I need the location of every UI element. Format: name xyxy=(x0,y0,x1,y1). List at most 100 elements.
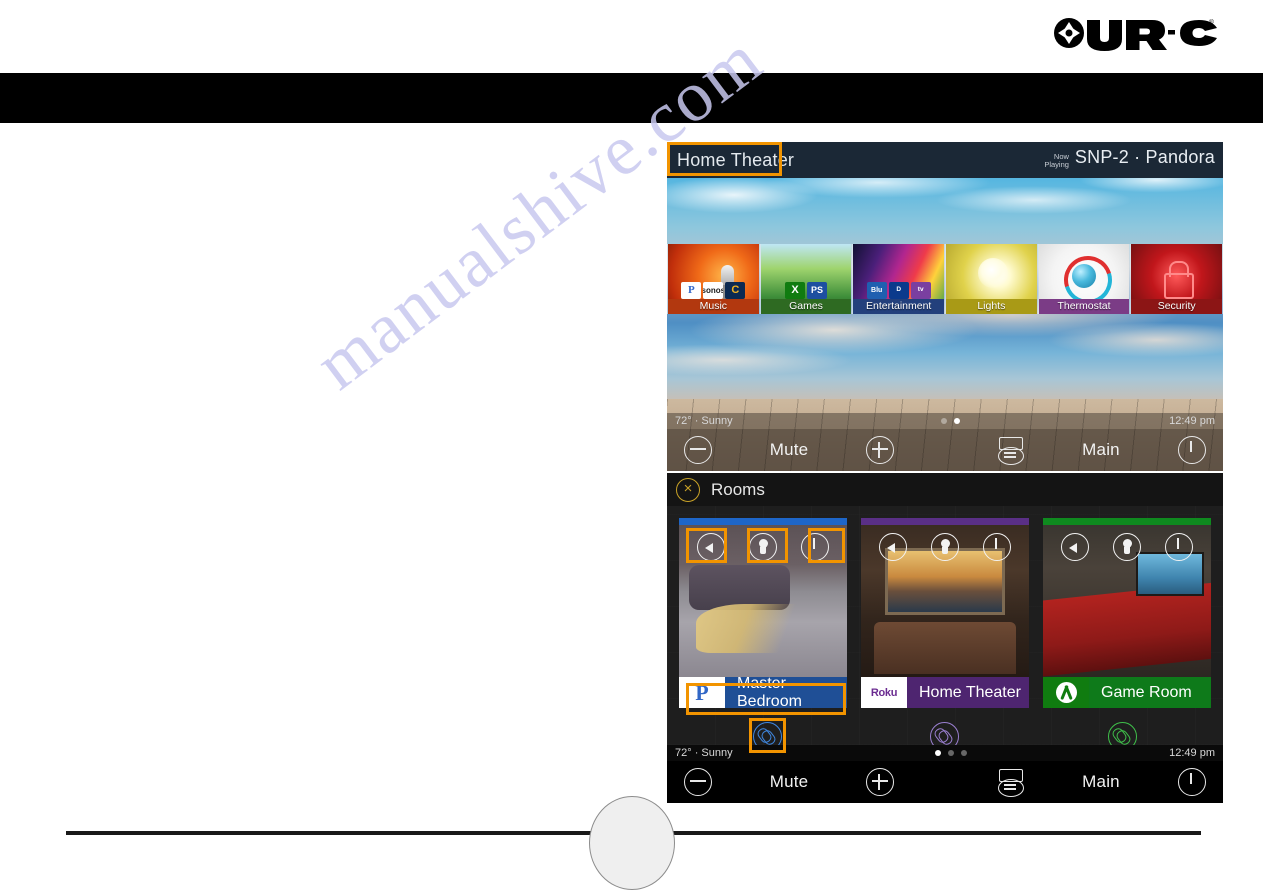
link-icon-ring-2 xyxy=(937,728,955,747)
service-badge-1: P xyxy=(681,282,702,299)
service-badge-2: PS xyxy=(807,282,827,299)
rooms-body: P Master Bedroom Roku Home Theater Game Room xyxy=(667,506,1223,751)
category-tile-music[interactable]: PsonosCMusic xyxy=(667,244,760,314)
room-card-game-room[interactable]: Game Room xyxy=(1043,518,1211,708)
card-label-bar[interactable]: Game Room xyxy=(1043,677,1211,708)
lights-icon[interactable] xyxy=(1113,533,1141,561)
rooms-main-button[interactable]: Main xyxy=(1041,772,1161,792)
power-icon[interactable] xyxy=(983,533,1011,561)
category-tile-games[interactable]: X PS Games xyxy=(759,244,853,314)
main-button[interactable]: Main xyxy=(1041,440,1161,460)
current-room-label[interactable]: Home Theater xyxy=(677,150,794,171)
device-icon-line-1 xyxy=(1004,784,1016,786)
close-icon[interactable]: × xyxy=(676,477,700,502)
tile-label: Music xyxy=(668,299,759,314)
service-logo-icon xyxy=(1043,677,1089,708)
rooms-status-strip: 72° · Sunny 12:49 pm xyxy=(667,745,1223,761)
power-icon xyxy=(1178,768,1206,796)
device-icon-line-2 xyxy=(1004,788,1016,790)
card-accent-bar xyxy=(861,518,1029,525)
page-dot-2[interactable] xyxy=(947,750,954,756)
page-dot-1[interactable] xyxy=(934,750,941,756)
lights-icon[interactable] xyxy=(931,533,959,561)
tile-label: Entertainment xyxy=(853,299,945,314)
rooms-device-list-button[interactable] xyxy=(979,769,1041,797)
thermostat-dial-icon xyxy=(1072,263,1097,288)
service-badge-3: C xyxy=(725,282,746,299)
category-tile-lights[interactable]: Lights xyxy=(945,244,1038,314)
category-tile-thermostat[interactable]: Thermostat xyxy=(1037,244,1131,314)
volume-down-button[interactable] xyxy=(667,436,729,464)
power-icon[interactable] xyxy=(1165,533,1193,561)
rooms-mute-button[interactable]: Mute xyxy=(729,772,849,792)
home-control-bar: Mute Main xyxy=(667,429,1223,471)
service-badge-1: X xyxy=(785,282,805,299)
tile-label: Games xyxy=(760,299,852,314)
room-card-master-bedroom[interactable]: P Master Bedroom xyxy=(679,518,847,710)
now-playing-label: Now Playing xyxy=(1044,153,1069,169)
tile-service-badges: PsonosC xyxy=(668,282,759,299)
urc-logo: ® xyxy=(1048,13,1218,53)
rooms-title: Rooms xyxy=(711,479,765,499)
card-accent-bar xyxy=(1043,518,1211,525)
page-dot-2[interactable] xyxy=(954,418,961,424)
service-logo-icon: Roku xyxy=(861,677,907,708)
card-photo xyxy=(861,525,1029,677)
rooms-power-button[interactable] xyxy=(1161,768,1223,796)
volume-up-button[interactable] xyxy=(849,436,911,464)
rooms-time: 12:49 pm xyxy=(1169,747,1216,759)
rooms-control-bar: Mute Main xyxy=(667,761,1223,803)
svg-text:®: ® xyxy=(1209,18,1214,26)
rooms-header: × Rooms xyxy=(667,473,1223,507)
card-accent-bar xyxy=(679,518,847,525)
card-photo xyxy=(679,525,847,677)
home-weather: 72° · Sunny xyxy=(675,415,733,427)
card-quick-icons xyxy=(1043,533,1211,561)
rooms-screen: × Rooms P Master Bedroom Roku Home Theater G… xyxy=(667,473,1223,803)
tile-label: Thermostat xyxy=(1038,299,1130,314)
device-icon-line-2 xyxy=(1004,456,1016,458)
category-tile-entertainment[interactable]: Blu Dtv Entertainment xyxy=(852,244,946,314)
device-icon xyxy=(996,437,1024,465)
lights-icon[interactable] xyxy=(749,533,777,561)
room-card-home-theater[interactable]: Roku Home Theater xyxy=(861,518,1029,708)
rooms-volume-down-button[interactable] xyxy=(667,768,729,796)
power-icon[interactable] xyxy=(801,533,829,561)
page-canvas: ® manualshive.com Home Theater Now Playi… xyxy=(0,0,1263,893)
home-status-strip: 72° · Sunny 12:49 pm xyxy=(667,413,1223,429)
device-list-button[interactable] xyxy=(979,437,1041,465)
lock-body-icon xyxy=(1163,273,1194,299)
mute-button[interactable]: Mute xyxy=(729,440,849,460)
volume-icon[interactable] xyxy=(1061,533,1089,561)
page-dot-3[interactable] xyxy=(960,750,967,756)
service-badge-3: tv xyxy=(910,282,931,299)
power-icon xyxy=(1178,436,1206,464)
card-quick-icons xyxy=(861,533,1029,561)
xbox-logo-icon xyxy=(1055,682,1077,703)
light-bulb-icon xyxy=(978,258,1009,289)
volume-icon[interactable] xyxy=(697,533,725,561)
home-time: 12:49 pm xyxy=(1169,415,1216,427)
room-name: Game Room xyxy=(1101,683,1192,701)
volume-minus-icon xyxy=(684,436,712,464)
now-playing[interactable]: Now Playing SNP-2 · Pandora xyxy=(1044,147,1215,173)
power-button[interactable] xyxy=(1161,436,1223,464)
tile-label: Security xyxy=(1131,299,1223,314)
service-badge-1: Blu xyxy=(866,282,887,299)
now-playing-line2: Playing xyxy=(1044,160,1069,169)
category-tile-security[interactable]: Security xyxy=(1130,244,1223,314)
card-label-bar[interactable]: P Master Bedroom xyxy=(679,674,847,710)
device-icon xyxy=(996,769,1024,797)
page-dot-1[interactable] xyxy=(941,418,948,424)
tile-service-badges: X PS xyxy=(761,282,852,299)
rooms-volume-up-button[interactable] xyxy=(849,768,911,796)
volume-minus-icon xyxy=(684,768,712,796)
card-label-bar[interactable]: Roku Home Theater xyxy=(861,677,1029,708)
rooms-page-dots[interactable] xyxy=(934,750,967,756)
volume-icon[interactable] xyxy=(879,533,907,561)
home-title-bar: Home Theater Now Playing SNP-2 · Pandora xyxy=(667,142,1223,178)
room-name: Master Bedroom xyxy=(737,674,802,710)
service-logo-icon: P xyxy=(679,677,725,708)
home-page-dots[interactable] xyxy=(941,418,961,424)
room-name: Home Theater xyxy=(919,683,1021,701)
